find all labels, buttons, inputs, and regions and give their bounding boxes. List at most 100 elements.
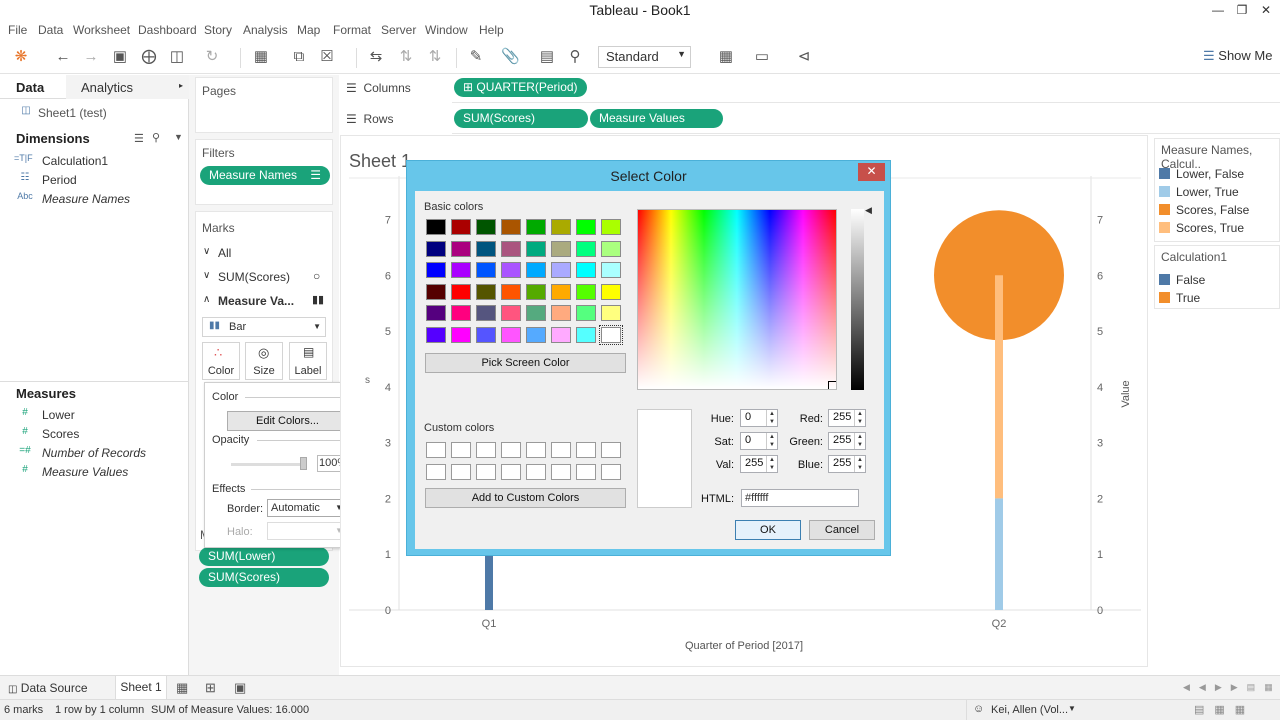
- dimensions-menu-icon[interactable]: ▼: [174, 132, 183, 142]
- new-dashboard-icon[interactable]: ⊞: [205, 680, 216, 696]
- menu-story[interactable]: Story: [204, 23, 232, 37]
- basic-color-swatch[interactable]: [551, 283, 571, 300]
- basic-color-swatch[interactable]: [576, 326, 596, 343]
- minimize-button[interactable]: —: [1205, 0, 1231, 20]
- menu-format[interactable]: Format: [333, 23, 371, 37]
- hue-saturation-field[interactable]: [637, 209, 837, 390]
- basic-color-swatch[interactable]: [501, 305, 521, 321]
- menu-server[interactable]: Server: [381, 23, 416, 37]
- basic-color-swatch[interactable]: [501, 240, 521, 257]
- cancel-button[interactable]: Cancel: [809, 520, 875, 540]
- basic-color-swatch[interactable]: [426, 219, 446, 235]
- highlight-icon[interactable]: ✎: [467, 48, 485, 66]
- pause-updates-icon[interactable]: ◫: [168, 48, 186, 66]
- spin-arrows-icon[interactable]: ▲ ▼: [854, 433, 865, 449]
- field-calculation1[interactable]: =T|F Calculation1: [0, 152, 189, 171]
- basic-color-swatch[interactable]: [576, 305, 596, 321]
- field-measure-names[interactable]: Abc Measure Names: [0, 190, 189, 209]
- opacity-slider-handle[interactable]: [300, 457, 307, 470]
- mark-type-select[interactable]: ▮▮ Bar ▼: [202, 317, 326, 337]
- basic-color-swatch[interactable]: [576, 240, 596, 257]
- menu-help[interactable]: Help: [479, 23, 504, 37]
- basic-color-swatch[interactable]: [476, 240, 496, 257]
- marks-measure-values-row[interactable]: ∧ Measure Va... ▮▮: [196, 291, 332, 313]
- label-button[interactable]: ▤ Label: [289, 342, 327, 380]
- refresh-icon[interactable]: ↻: [203, 48, 221, 66]
- basic-color-swatch[interactable]: [426, 305, 446, 321]
- custom-color-swatch[interactable]: [501, 464, 521, 480]
- group-icon[interactable]: 📎: [501, 48, 520, 66]
- custom-color-swatch[interactable]: [601, 464, 621, 480]
- marks-all-row[interactable]: ∨ All: [196, 243, 332, 265]
- legend-item-lower-true[interactable]: Lower, True: [1159, 185, 1239, 199]
- marks-sum-scores-row[interactable]: ∨ SUM(Scores) ○: [196, 267, 332, 289]
- spin-arrows-icon[interactable]: ▲ ▼: [766, 456, 777, 472]
- basic-color-swatch[interactable]: [451, 262, 471, 278]
- fit-select[interactable]: Standard ▼: [598, 46, 691, 68]
- basic-color-swatch[interactable]: [426, 262, 446, 278]
- basic-color-swatch[interactable]: [601, 283, 621, 300]
- edit-colors-button[interactable]: Edit Colors...: [227, 411, 348, 431]
- user-menu[interactable]: ☺ Kei, Allen (Vol... ▼: [966, 700, 1080, 720]
- legend-item-false[interactable]: False: [1159, 273, 1205, 287]
- basic-color-swatch[interactable]: [551, 326, 571, 343]
- spin-arrows-icon[interactable]: ▲ ▼: [854, 456, 865, 472]
- custom-color-swatch[interactable]: [451, 464, 471, 480]
- basic-color-swatch[interactable]: [451, 305, 471, 321]
- custom-color-swatch[interactable]: [476, 442, 496, 458]
- field-number-of-records[interactable]: =# Number of Records: [0, 444, 189, 463]
- menu-analysis[interactable]: Analysis: [243, 23, 288, 37]
- custom-color-swatch[interactable]: [551, 442, 571, 458]
- custom-color-swatch[interactable]: [526, 464, 546, 480]
- basic-color-swatch[interactable]: [576, 283, 596, 300]
- basic-color-swatch[interactable]: [451, 219, 471, 235]
- field-period[interactable]: ☷ Period: [0, 171, 189, 190]
- basic-color-swatch[interactable]: [601, 305, 621, 321]
- menu-worksheet[interactable]: Worksheet: [73, 23, 130, 37]
- new-worksheet-icon[interactable]: ▦: [252, 48, 270, 66]
- color-button[interactable]: ∴ Color: [202, 342, 240, 380]
- basic-color-swatch[interactable]: [476, 262, 496, 278]
- tab-navigation-icon[interactable]: ◀◀▶▶▤▦: [1183, 682, 1280, 693]
- size-button[interactable]: ◎ Size: [245, 342, 283, 380]
- green-spinbox[interactable]: 255 ▲ ▼: [828, 432, 866, 450]
- custom-color-swatch[interactable]: [476, 464, 496, 480]
- red-spinbox[interactable]: 255 ▲ ▼: [828, 409, 866, 427]
- basic-color-swatch[interactable]: [601, 262, 621, 278]
- blue-spinbox[interactable]: 255 ▲ ▼: [828, 455, 866, 473]
- basic-color-swatch[interactable]: [601, 219, 621, 235]
- basic-color-swatch[interactable]: [576, 219, 596, 235]
- menu-dashboard[interactable]: Dashboard: [138, 23, 197, 37]
- basic-color-swatch[interactable]: [476, 326, 496, 343]
- menu-map[interactable]: Map: [297, 23, 320, 37]
- tableau-logo-icon[interactable]: ❋: [12, 48, 30, 66]
- field-scores[interactable]: # Scores: [0, 425, 189, 444]
- basic-color-swatch[interactable]: [451, 240, 471, 257]
- custom-color-swatch[interactable]: [451, 442, 471, 458]
- save-icon[interactable]: ▣: [111, 48, 129, 66]
- basic-color-swatch[interactable]: [526, 262, 546, 278]
- custom-color-swatch[interactable]: [426, 464, 446, 480]
- search-icon[interactable]: ⚲: [152, 131, 160, 144]
- basic-color-swatch[interactable]: [551, 240, 571, 257]
- basic-color-swatch[interactable]: [551, 262, 571, 278]
- spin-arrows-icon[interactable]: ▲ ▼: [854, 410, 865, 426]
- basic-color-swatch[interactable]: [526, 283, 546, 300]
- spin-arrows-icon[interactable]: ▲ ▼: [766, 410, 777, 426]
- tab-data[interactable]: Data: [0, 75, 66, 99]
- hue-spinbox[interactable]: 0 ▲ ▼: [740, 409, 778, 427]
- border-select[interactable]: Automatic ▼: [267, 499, 348, 517]
- pill-sum-scores[interactable]: SUM(Scores): [199, 568, 329, 587]
- redo-icon[interactable]: →: [82, 48, 100, 66]
- basic-color-swatch[interactable]: [476, 219, 496, 235]
- new-worksheet-icon[interactable]: ▦: [176, 680, 188, 696]
- dialog-close-button[interactable]: ✕: [858, 163, 885, 181]
- basic-color-swatch[interactable]: [599, 324, 623, 345]
- rows-pill-measure-values[interactable]: Measure Values: [590, 109, 723, 128]
- add-to-custom-colors-button[interactable]: Add to Custom Colors: [425, 488, 626, 508]
- pin-icon[interactable]: ⚲: [566, 48, 584, 66]
- basic-color-swatch[interactable]: [501, 283, 521, 300]
- show-cards-icon[interactable]: ▦: [717, 48, 735, 66]
- custom-color-swatch[interactable]: [501, 442, 521, 458]
- custom-color-swatch[interactable]: [576, 464, 596, 480]
